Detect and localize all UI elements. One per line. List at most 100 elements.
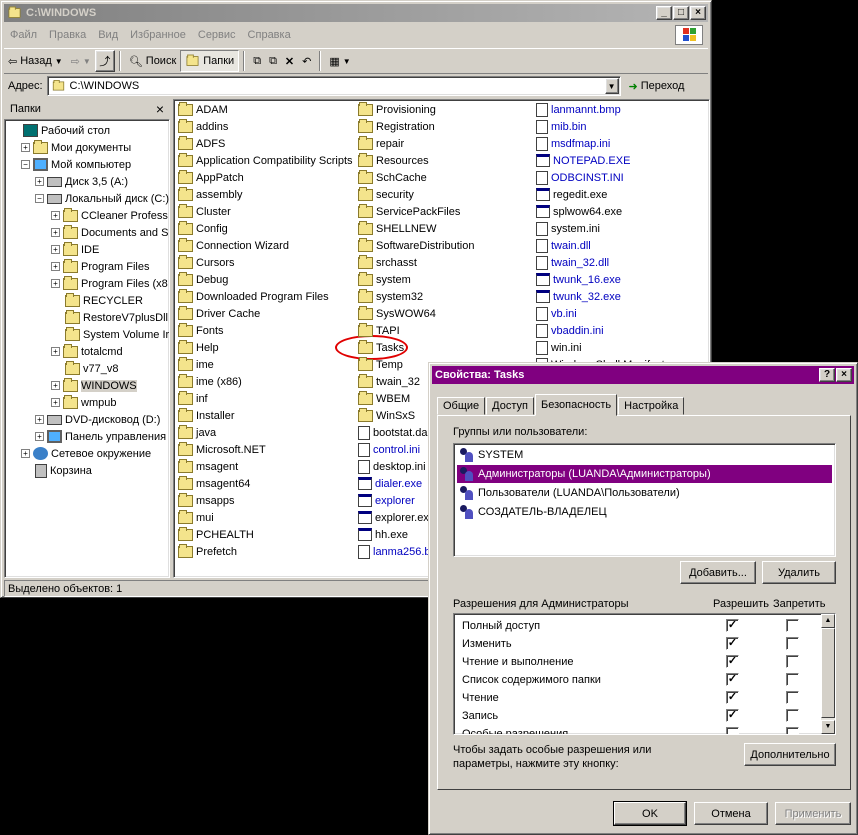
tree-item[interactable]: Рабочий стол xyxy=(9,122,110,139)
deny-checkbox[interactable] xyxy=(786,691,799,704)
tree-item[interactable]: + wmpub xyxy=(51,394,116,411)
tab-general[interactable]: Общие xyxy=(437,397,486,415)
scroll-thumb[interactable] xyxy=(821,628,835,718)
menu-item[interactable]: Справка xyxy=(242,29,297,41)
tree-item[interactable]: + Мои документы xyxy=(21,139,131,156)
folder-item[interactable]: Fonts xyxy=(178,322,224,339)
folder-item[interactable]: Prefetch xyxy=(178,543,237,560)
allow-checkbox[interactable]: ✓ xyxy=(726,673,739,686)
forward-button[interactable]: ⇨ ▼ xyxy=(67,50,95,72)
folder-item[interactable]: Debug xyxy=(178,271,228,288)
file-item[interactable]: desktop.ini xyxy=(358,458,426,475)
help-button[interactable]: ? xyxy=(819,368,835,382)
tree-item[interactable]: System Volume Ir xyxy=(51,326,169,343)
folder-item[interactable]: srchasst xyxy=(358,254,417,271)
permissions-scrollbar[interactable]: ▲ ▼ xyxy=(821,614,835,734)
folder-item[interactable]: security xyxy=(358,186,414,203)
deny-checkbox[interactable] xyxy=(786,655,799,668)
folder-item[interactable]: assembly xyxy=(178,186,242,203)
folder-item[interactable]: system32 xyxy=(358,288,423,305)
file-item[interactable]: NOTEPAD.EXE xyxy=(536,152,630,169)
scroll-down-icon[interactable]: ▼ xyxy=(821,720,835,734)
menu-item[interactable]: Правка xyxy=(43,29,92,41)
folder-item[interactable]: Driver Cache xyxy=(178,305,260,322)
file-item[interactable]: mib.bin xyxy=(536,118,586,135)
copy-to-button[interactable]: ⧉ xyxy=(265,50,281,72)
folder-item[interactable]: ADAM xyxy=(178,101,228,118)
expand-icon[interactable]: + xyxy=(21,143,30,152)
folder-item[interactable]: Resources xyxy=(358,152,429,169)
allow-checkbox[interactable]: ✓ xyxy=(726,637,739,650)
tree-item[interactable]: + Program Files xyxy=(51,258,149,275)
menu-item[interactable]: Файл xyxy=(4,29,43,41)
folder-item[interactable]: WinSxS xyxy=(358,407,415,424)
expand-icon[interactable]: + xyxy=(35,177,44,186)
user-row[interactable]: Пользователи (LUANDA\Пользователи) xyxy=(457,484,832,502)
file-item[interactable]: twain_32.dll xyxy=(536,254,609,271)
collapse-icon[interactable]: − xyxy=(21,160,30,169)
file-item[interactable]: hh.exe xyxy=(358,526,408,543)
expand-icon[interactable]: + xyxy=(51,211,60,220)
folder-item[interactable]: WBEM xyxy=(358,390,410,407)
folders-button[interactable]: Папки xyxy=(180,50,240,72)
tree-item[interactable]: + Панель управления xyxy=(35,428,166,445)
folder-item[interactable]: msagent xyxy=(178,458,238,475)
folder-item[interactable]: SoftwareDistribution xyxy=(358,237,474,254)
tree-item[interactable]: Корзина xyxy=(21,462,92,479)
folder-item[interactable]: Installer xyxy=(178,407,235,424)
delete-button[interactable]: ✕ xyxy=(281,50,298,72)
folder-item[interactable]: java xyxy=(178,424,216,441)
close-icon[interactable]: × xyxy=(156,101,164,117)
folder-item[interactable]: Connection Wizard xyxy=(178,237,289,254)
tree-item[interactable]: + Program Files (x8 xyxy=(51,275,168,292)
expand-icon[interactable]: + xyxy=(51,228,60,237)
tree-item[interactable]: + DVD-дисковод (D:) xyxy=(35,411,160,428)
allow-checkbox[interactable]: ✓ xyxy=(726,691,739,704)
file-item[interactable]: twunk_16.exe xyxy=(536,271,621,288)
allow-checkbox[interactable]: ✓ xyxy=(726,709,739,722)
tab-customize[interactable]: Настройка xyxy=(618,397,685,415)
file-item[interactable]: twunk_32.exe xyxy=(536,288,621,305)
deny-checkbox[interactable] xyxy=(786,727,799,734)
file-item[interactable]: regedit.exe xyxy=(536,186,607,203)
file-item[interactable]: twain.dll xyxy=(536,237,591,254)
expand-icon[interactable]: + xyxy=(51,262,60,271)
file-item[interactable]: splwow64.exe xyxy=(536,203,622,220)
tree-item[interactable]: + totalcmd xyxy=(51,343,123,360)
allow-checkbox[interactable] xyxy=(726,727,739,734)
advanced-button[interactable]: Дополнительно xyxy=(744,743,836,766)
user-row[interactable]: SYSTEM xyxy=(457,446,832,464)
file-item[interactable]: bootstat.da xyxy=(358,424,427,441)
expand-icon[interactable]: + xyxy=(51,347,60,356)
folder-item[interactable]: Cluster xyxy=(178,203,231,220)
chevron-down-icon[interactable]: ▼ xyxy=(83,57,91,66)
file-item[interactable]: lanma256.b xyxy=(358,543,431,560)
file-item[interactable]: explorer xyxy=(358,492,415,509)
search-button[interactable]: 🔍︎ Поиск xyxy=(125,50,180,72)
go-button[interactable]: ➜ Переход xyxy=(629,80,685,93)
folder-item[interactable]: system xyxy=(358,271,411,288)
tree-item[interactable]: + Documents and S xyxy=(51,224,168,241)
back-button[interactable]: ⇦ Назад ▼ xyxy=(4,50,67,72)
minimize-button[interactable]: _ xyxy=(656,6,672,20)
views-button[interactable]: ▦ ▼ xyxy=(325,50,354,72)
move-to-button[interactable]: ⧉ xyxy=(249,50,265,72)
tree-item[interactable]: − Локальный диск (C:) xyxy=(35,190,169,207)
undo-button[interactable]: ↶ xyxy=(298,50,315,72)
file-item[interactable]: win.ini xyxy=(536,339,582,356)
maximize-button[interactable]: □ xyxy=(673,6,689,20)
folder-item[interactable]: msagent64 xyxy=(178,475,250,492)
allow-checkbox[interactable]: ✓ xyxy=(726,655,739,668)
dialog-titlebar[interactable]: Свойства: Tasks ? × xyxy=(432,366,854,384)
close-button[interactable]: × xyxy=(690,6,706,20)
folder-item[interactable]: addins xyxy=(178,118,228,135)
tree-item[interactable]: RECYCLER xyxy=(51,292,143,309)
folder-item[interactable]: Registration xyxy=(358,118,435,135)
expand-icon[interactable]: + xyxy=(21,449,30,458)
file-item[interactable]: system.ini xyxy=(536,220,600,237)
folder-item[interactable]: Application Compatibility Scripts xyxy=(178,152,353,169)
add-button[interactable]: Добавить... xyxy=(680,561,756,584)
folder-item[interactable]: Tasks xyxy=(358,339,404,356)
tree-item[interactable]: + Сетевое окружение xyxy=(21,445,151,462)
tree-item[interactable]: + WINDOWS xyxy=(51,377,137,394)
